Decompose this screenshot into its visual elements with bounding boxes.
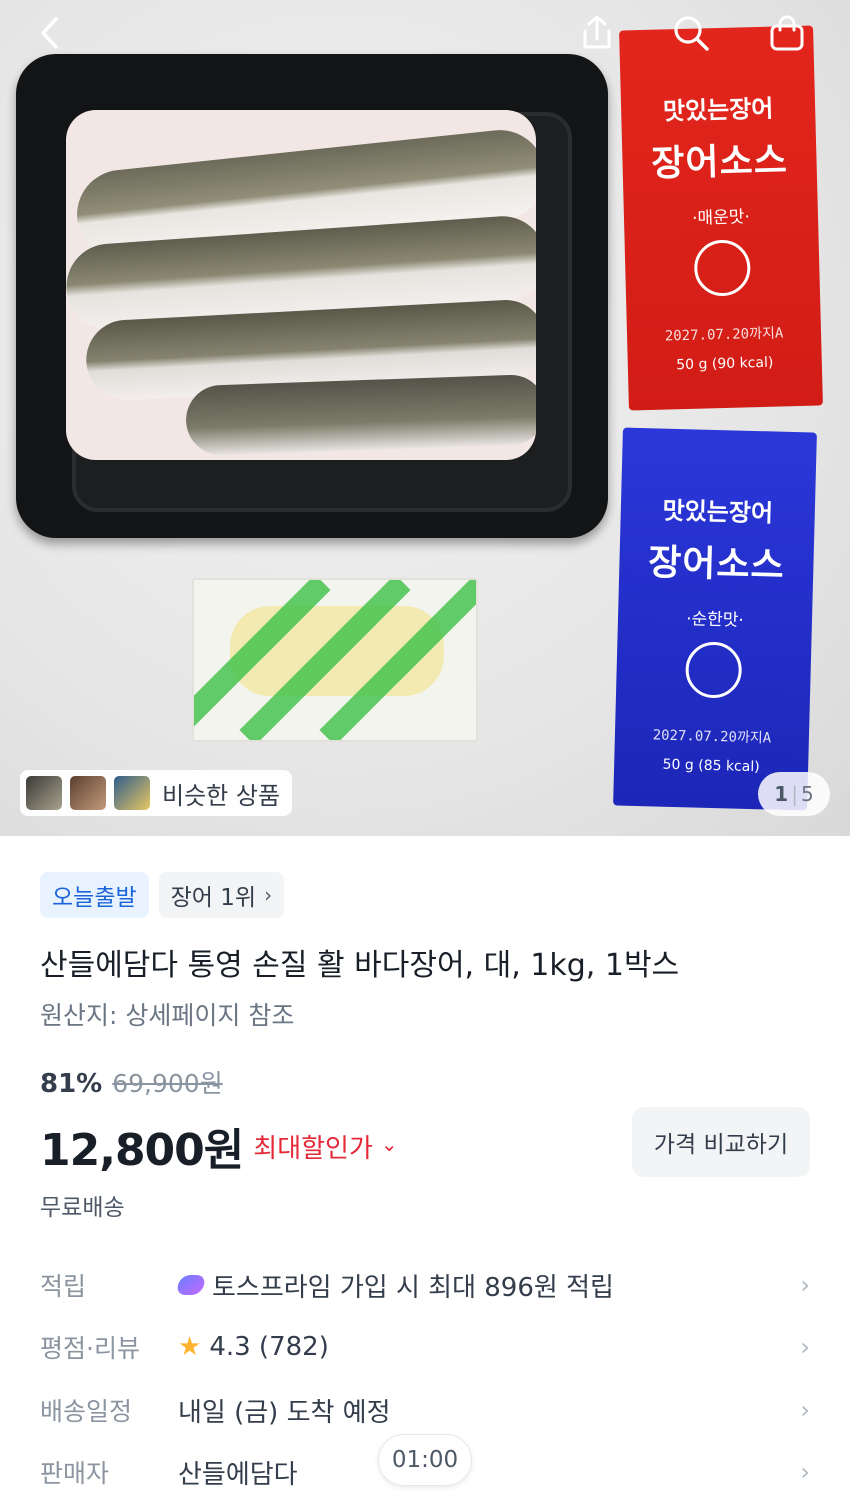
back-button[interactable] (26, 8, 76, 58)
original-price: 69,900원 (112, 1069, 223, 1098)
seller-label: 판매자 (40, 1459, 110, 1488)
star-icon: ★ (178, 1332, 202, 1362)
points-value: 토스프라임 가입 시 최대 896원 적립 (212, 1272, 614, 1303)
sauce-weight: 50 g (90 kcal) (676, 354, 774, 374)
share-icon (583, 15, 611, 49)
sauce-name: 장어소스 (647, 542, 786, 587)
similar-thumb (24, 774, 64, 812)
image-page-counter: 1 | 5 (758, 772, 830, 816)
sauce-seal-icon (684, 641, 743, 699)
rating-row[interactable]: 평점·리뷰 ★ 4.3 (782) › (40, 1322, 810, 1372)
chevron-down-icon: ⌄ (380, 1132, 398, 1156)
shipping-info: 무료배송 (40, 1195, 125, 1221)
points-row[interactable]: 적립 토스프라임 가입 시 최대 896원 적립 › (40, 1260, 810, 1310)
search-icon (674, 16, 709, 51)
sauce-flavor: ·매운맛· (691, 207, 751, 229)
similar-thumb (68, 774, 108, 812)
delivery-value: 내일 (금) 도착 예정 (178, 1397, 391, 1428)
discount-rate: 81% (40, 1069, 103, 1099)
sauce-brand: 맛있는장어 (662, 496, 774, 528)
product-tags: 오늘출발 장어 1위 › (40, 872, 285, 918)
delivery-row[interactable]: 배송일정 내일 (금) 도착 예정 › (40, 1385, 810, 1435)
delivery-label: 배송일정 (40, 1397, 133, 1426)
sauce-flavor: ·순한맛· (685, 609, 745, 631)
max-discount-label: 최대할인가 (253, 1133, 373, 1164)
product-title: 산들에담다 통영 손질 활 바다장어, 대, 1kg, 1박스 (40, 948, 680, 983)
sale-price: 12,800원 (40, 1125, 244, 1176)
price-row: 12,800원 최대할인가 ⌄ (40, 1114, 398, 1178)
shopping-bag-icon (770, 15, 804, 51)
product-origin: 원산지: 상세페이지 참조 (40, 1001, 295, 1030)
search-button[interactable] (666, 8, 716, 58)
counter-total: 5 (800, 782, 814, 806)
rating-label: 평점·리뷰 (40, 1334, 140, 1363)
chevron-right-icon: › (800, 1396, 810, 1424)
similar-thumb (112, 774, 152, 812)
category-rank-chip[interactable]: 장어 1위 › (158, 872, 285, 918)
chevron-right-icon: › (264, 883, 273, 907)
product-image-gallery[interactable]: 맛있는장어 장어소스 ·매운맛· 2027.07.20까지A 50 g (90 … (0, 0, 850, 836)
similar-products-button[interactable]: 비슷한 상품 (20, 770, 293, 816)
max-discount-toggle[interactable]: 최대할인가 ⌄ (253, 1128, 397, 1165)
rating-value: 4.3 (782) (209, 1332, 329, 1362)
chevron-right-icon: › (800, 1458, 810, 1486)
toss-prime-icon (175, 1275, 207, 1295)
sauce-expiry: 2027.07.20까지A (652, 727, 772, 747)
compare-price-button[interactable]: 가격 비교하기 (632, 1107, 810, 1177)
mild-sauce-packet: 맛있는장어 장어소스 ·순한맛· 2027.07.20까지A 50 g (85 … (613, 427, 817, 811)
spicy-sauce-packet: 맛있는장어 장어소스 ·매운맛· 2027.07.20까지A 50 g (90 … (619, 25, 823, 411)
share-button[interactable] (572, 8, 622, 58)
counter-current: 1 (774, 782, 789, 806)
chevron-right-icon: › (800, 1333, 810, 1361)
discount-row: 81% 69,900원 (40, 1064, 223, 1100)
chevron-right-icon: › (800, 1271, 810, 1299)
seller-value: 산들에담다 (178, 1459, 298, 1490)
rank-label: 장어 1위 (170, 885, 257, 911)
sauce-seal-icon (693, 239, 752, 297)
today-shipping-badge: 오늘출발 (40, 872, 149, 918)
eel-fillets-image (66, 110, 536, 460)
similar-products-label: 비슷한 상품 (162, 781, 281, 810)
sauce-brand: 맛있는장어 (662, 94, 774, 126)
chevron-left-icon (41, 17, 58, 49)
timer-badge: 01:00 (378, 1434, 472, 1486)
pickled-ginger-packet (192, 578, 478, 742)
cart-button[interactable] (762, 8, 812, 58)
points-label: 적립 (40, 1272, 87, 1301)
sauce-name: 장어소스 (650, 140, 789, 185)
sauce-expiry: 2027.07.20까지A (664, 325, 784, 345)
